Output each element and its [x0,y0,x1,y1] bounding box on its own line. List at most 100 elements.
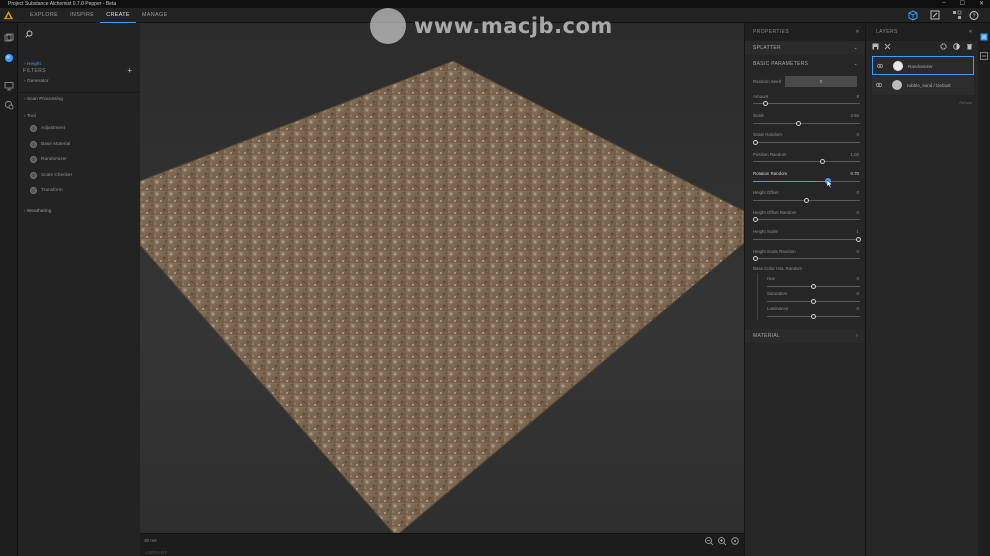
tab-create[interactable]: CREATE [100,8,136,23]
help-icon[interactable]: ? [968,8,990,23]
tab-manage[interactable]: MANAGE [136,8,174,23]
slider-handle[interactable] [753,140,758,145]
filter-icon [30,156,37,163]
param-value: 0 [856,276,859,281]
tab-inspire[interactable]: INSPIRE [64,8,100,23]
layers-icon[interactable] [980,33,988,41]
random-seed-input[interactable]: 0 [785,76,857,87]
filter-item-randomizer[interactable]: Randomizer [30,155,67,164]
filter-icon [30,141,37,148]
tab-explore[interactable]: EXPLORE [24,8,64,23]
reset-view-icon[interactable] [730,536,740,546]
filter-item-transform[interactable]: Transform [30,186,63,195]
close-properties-button[interactable]: ✕ [855,29,860,35]
library-label[interactable]: LIBRARY [146,550,168,555]
position-random-slider[interactable] [753,159,860,164]
unlink-icon[interactable] [884,43,891,50]
filter-item-label: Adjustment [41,126,65,131]
slider-handle[interactable] [796,121,801,126]
param-value: 0 [856,190,859,195]
height-offset-random-slider[interactable] [753,217,860,222]
height-scale-slider[interactable] [753,237,861,242]
library-icon[interactable] [4,33,14,43]
visibility-eye-icon[interactable] [877,63,883,69]
height-offset-slider[interactable] [753,198,860,203]
reload-link[interactable]: Reload [959,100,972,105]
material-section[interactable]: MATERIAL › [745,329,866,343]
layer-item-rubble-sand[interactable]: rubble_sand / Default [872,76,974,95]
layers-title: LAYERS [876,29,898,35]
param-label: Height Offset Random [753,210,797,215]
param-value: 0 [856,306,859,311]
visibility-eye-icon[interactable] [876,82,882,88]
slider-handle[interactable] [811,284,816,289]
param-label: Rotation Random [753,171,788,176]
mask-icon[interactable] [953,43,960,50]
viewport-status-bar: 30 ms LIBRARY [140,533,744,556]
filter-section-tool[interactable]: › Tool [24,114,36,119]
cube-view-icon[interactable] [902,8,924,23]
settings-icon[interactable] [4,100,14,110]
zoom-in-icon[interactable] [717,536,727,546]
delete-icon[interactable] [966,43,973,50]
3d-viewport[interactable] [140,23,744,547]
minimize-button[interactable]: – [942,0,945,7]
filter-item-label: Scale Checker [41,173,73,178]
filter-section-height[interactable]: › Height [24,62,41,67]
basic-parameters-section[interactable]: BASIC PARAMETERS ⌄ [745,57,866,71]
splatter-section[interactable]: SPLATTER ⌄ [745,41,866,55]
slider-handle[interactable] [811,314,816,319]
close-layers-button[interactable]: ✕ [968,29,973,35]
saturation-slider[interactable] [767,299,860,304]
luminance-slider[interactable] [767,314,860,319]
save-icon[interactable] [872,43,879,50]
scale-random-slider[interactable] [753,140,860,145]
filter-section-weathering[interactable]: › Weathering [24,209,51,214]
filter-icon [30,187,37,194]
layout-icon[interactable] [946,8,968,23]
window-title: Project Substance Alchemist 0.7.0 Pepper… [8,1,117,7]
slider-handle[interactable] [753,217,758,222]
add-filter-button[interactable]: + [127,66,132,75]
app-logo-icon [4,11,13,20]
scale-slider[interactable] [753,121,860,126]
display-icon[interactable] [4,81,14,91]
param-value: 8 [856,94,859,99]
layer-item-randomizer[interactable]: Randomizer [872,56,974,75]
rotation-random-slider[interactable] [753,178,860,184]
filters-panel: FILTERS + › Height › Generator › Scan Pr… [18,23,140,556]
expand-icon[interactable] [924,8,946,23]
zoom-out-icon[interactable] [704,536,714,546]
filter-settings-icon[interactable] [940,43,947,50]
hsl-group-label: Base Color HSL Random [753,266,803,271]
height-scale-random-slider[interactable] [753,256,860,261]
param-value: 2.94 [850,113,859,118]
properties-panel: PROPERTIES ✕ SPLATTER ⌄ BASIC PARAMETERS… [744,23,866,556]
filter-item-label: Base Material [41,142,71,147]
slider-handle[interactable] [804,198,809,203]
slider-handle[interactable] [820,159,825,164]
panel-toggle-icon[interactable] [980,52,988,60]
close-window-button[interactable]: ✕ [979,0,984,7]
filter-section-scan-processing[interactable]: › Scan Processing [24,97,63,102]
materials-icon[interactable] [4,53,14,63]
filter-icon [30,172,37,179]
slider-handle[interactable] [856,237,861,242]
filter-item-base-material[interactable]: Base Material [30,140,70,149]
properties-title: PROPERTIES [753,29,790,35]
maximize-button[interactable]: ☐ [960,0,965,7]
search-icon[interactable] [25,30,33,38]
param-label: Luminance [767,306,789,311]
filter-item-adjustment[interactable]: Adjustment [30,124,65,133]
param-label: Position Random [753,152,787,157]
hue-slider[interactable] [767,284,860,289]
filter-item-label: Randomizer [41,157,67,162]
slider-handle[interactable] [811,299,816,304]
basic-parameters-label: BASIC PARAMETERS [753,61,809,67]
amount-slider[interactable] [753,101,860,106]
filter-item-scale-checker[interactable]: Scale Checker [30,171,72,180]
filter-section-generator[interactable]: › Generator [24,79,49,84]
slider-handle[interactable] [763,101,768,106]
slider-handle[interactable] [753,256,758,261]
param-value: 0.70 [850,171,859,176]
